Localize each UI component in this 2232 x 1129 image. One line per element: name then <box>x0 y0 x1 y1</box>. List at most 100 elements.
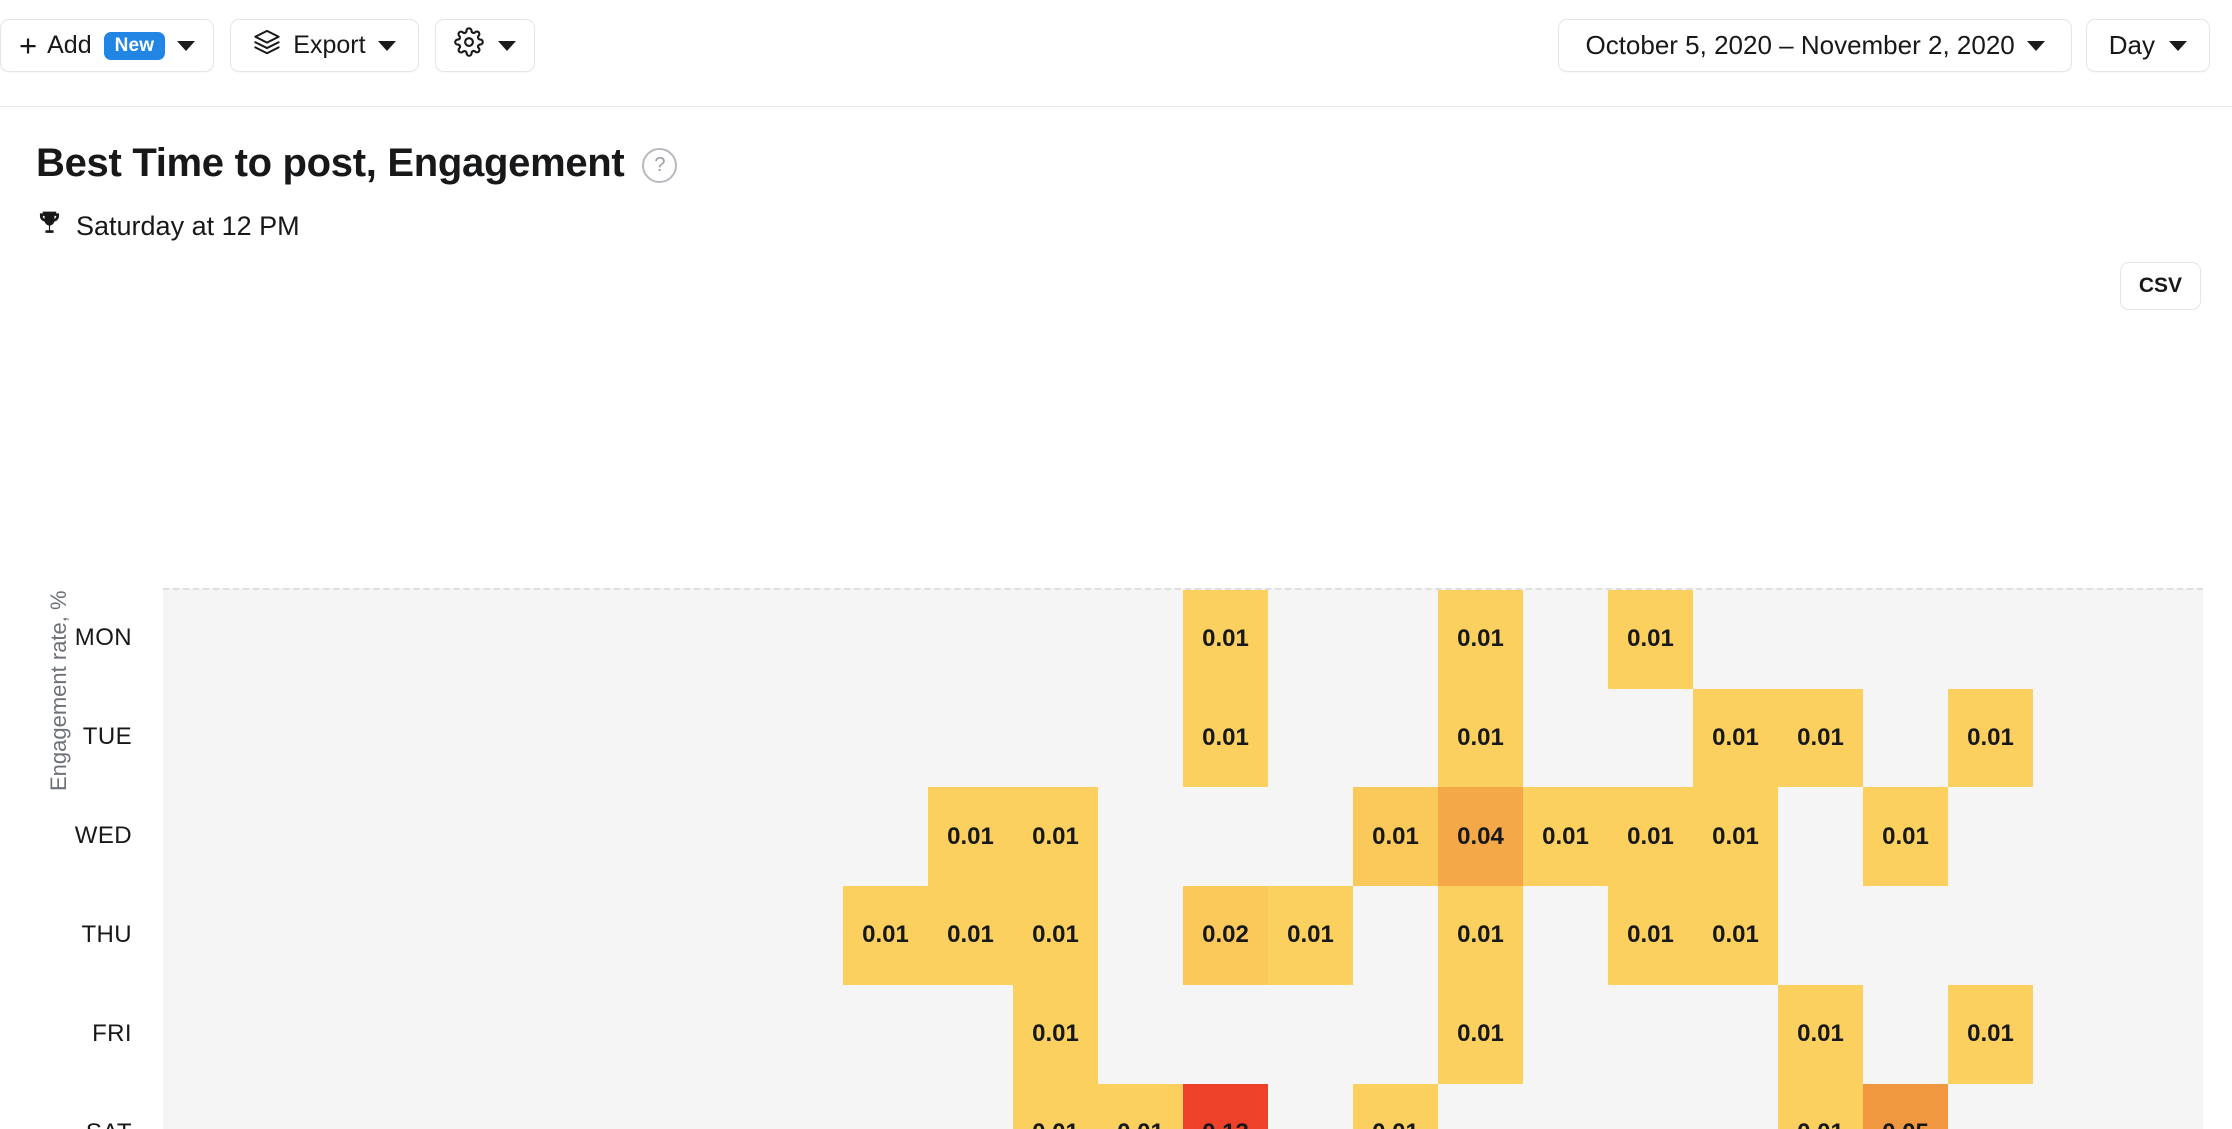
heatmap-cell[interactable]: 0.01 <box>1693 886 1778 985</box>
heatmap-cell-empty <box>673 787 758 886</box>
heatmap-cell[interactable]: 0.01 <box>1608 886 1693 985</box>
heatmap-cell[interactable]: 0.01 <box>1693 688 1778 788</box>
plus-icon: + <box>19 28 38 63</box>
granularity-label: Day <box>2108 30 2155 60</box>
heatmap-cell-empty <box>1948 590 2033 689</box>
heatmap-cell-empty <box>2118 886 2203 985</box>
heatmap-cell-empty <box>673 886 758 985</box>
heatmap-cell[interactable]: 0.01 <box>1948 688 2033 788</box>
help-icon[interactable]: ? <box>642 148 678 183</box>
heatmap-cell-empty <box>503 985 588 1084</box>
heatmap-cell-empty <box>418 1084 503 1129</box>
chevron-down-icon[interactable] <box>497 40 516 51</box>
heatmap-cell-empty <box>503 1084 588 1129</box>
heatmap-cell[interactable]: 0.01 <box>928 886 1013 985</box>
y-axis-tick-labels: MONTUEWEDTHUFRISATSUN <box>0 588 132 1129</box>
heatmap-cell[interactable]: 0.01 <box>1183 590 1268 689</box>
heatmap-cell[interactable]: 0.01 <box>1523 787 1608 887</box>
title-row: Best Time to post, Engagement ? <box>36 141 2232 186</box>
heatmap-cell-empty <box>588 886 673 985</box>
heatmap-cell-empty <box>1013 590 1098 689</box>
card-header: Best Time to post, Engagement ? Saturday… <box>0 107 2232 310</box>
heatmap-cell-empty <box>418 985 503 1084</box>
heatmap-cell-empty <box>503 886 588 985</box>
heatmap-cell[interactable]: 0.02 <box>1183 886 1268 985</box>
heatmap-cell-empty <box>2118 985 2203 1084</box>
heatmap-cell[interactable]: 0.01 <box>1268 886 1353 985</box>
add-button[interactable]: + Add New <box>0 19 215 72</box>
heatmap-cell-empty <box>843 590 928 689</box>
heatmap-cell-empty <box>928 689 1013 788</box>
chevron-down-icon[interactable] <box>2026 40 2045 51</box>
settings-button[interactable] <box>434 19 535 72</box>
heatmap-cell-empty <box>758 886 843 985</box>
heatmap-cell-empty <box>1948 886 2033 985</box>
date-range-label: October 5, 2020 – November 2, 2020 <box>1585 30 2015 60</box>
heatmap-cell[interactable]: 0.01 <box>843 886 928 985</box>
heatmap-cell-empty <box>1098 590 1183 689</box>
date-range-selector[interactable]: October 5, 2020 – November 2, 2020 <box>1558 19 2072 72</box>
heatmap-cell-empty <box>1353 590 1438 689</box>
heatmap-cell[interactable]: 0.01 <box>928 787 1013 887</box>
heatmap-cell[interactable]: 0.01 <box>1778 1083 1863 1129</box>
heatmap-cell-empty <box>163 985 248 1084</box>
heatmap-cell[interactable]: 0.04 <box>1438 787 1523 887</box>
heatmap-cell-empty <box>1863 689 1948 788</box>
export-button-label: Export <box>293 31 366 59</box>
heatmap-cell[interactable]: 0.01 <box>1183 688 1268 788</box>
heatmap-cell[interactable]: 0.01 <box>1438 984 1523 1084</box>
heatmap-cell[interactable]: 0.01 <box>1353 787 1438 887</box>
heatmap-cell[interactable]: 0.01 <box>1438 590 1523 689</box>
y-axis-tick-fri: FRI <box>92 1019 132 1047</box>
heatmap-cell[interactable]: 0.01 <box>1608 787 1693 887</box>
heatmap-cell-empty <box>333 787 418 886</box>
heatmap-cell[interactable]: 0.01 <box>1013 886 1098 985</box>
heatmap-cell[interactable]: 0.01 <box>1353 1083 1438 1129</box>
add-button-label: Add <box>47 31 92 59</box>
heatmap-cell-empty <box>1523 689 1608 788</box>
heatmap-cell[interactable]: 0.01 <box>1098 1083 1183 1129</box>
best-time-to-post-page: + Add New Export October 5, 2020 – Novem… <box>0 0 2232 1129</box>
granularity-selector[interactable]: Day <box>2085 19 2210 72</box>
toolbar-right-group: October 5, 2020 – November 2, 2020 Day <box>1558 19 2210 72</box>
chevron-down-icon[interactable] <box>2169 40 2187 51</box>
heatmap-cell-empty <box>758 590 843 689</box>
heatmap-cell[interactable]: 0.01 <box>1693 787 1778 887</box>
heatmap-cell-empty <box>163 787 248 886</box>
heatmap-cell[interactable]: 0.05 <box>1863 1083 1948 1129</box>
heatmap-cell[interactable]: 0.01 <box>1013 787 1098 887</box>
heatmap-cell-empty <box>2118 590 2203 689</box>
heatmap-cell-empty <box>588 985 673 1084</box>
heatmap-cell[interactable]: 0.01 <box>1608 590 1693 689</box>
heatmap-cell-empty <box>333 689 418 788</box>
heatmap-cell-empty <box>2118 689 2203 788</box>
heatmap-cell-empty <box>1523 590 1608 689</box>
heatmap-cell[interactable]: 0.01 <box>1013 984 1098 1084</box>
chevron-down-icon[interactable] <box>177 40 196 51</box>
heatmap-cell[interactable]: 0.01 <box>1863 787 1948 887</box>
heatmap-cell[interactable]: 0.01 <box>1778 688 1863 788</box>
heatmap-cell-empty <box>333 590 418 689</box>
y-axis-tick-tue: TUE <box>82 722 132 750</box>
heatmap-cell-empty <box>1268 590 1353 689</box>
chevron-down-icon[interactable] <box>377 40 396 51</box>
heatmap-cell[interactable]: 0.01 <box>1948 984 2033 1084</box>
heatmap-cell[interactable]: 0.01 <box>1438 886 1523 985</box>
heatmap-cell-empty <box>673 985 758 1084</box>
export-button[interactable]: Export <box>230 19 419 72</box>
heatmap-cell-empty <box>1863 886 1948 985</box>
heatmap-cell[interactable]: 0.01 <box>1778 984 1863 1084</box>
heatmap-cell[interactable]: 0.01 <box>1013 1083 1098 1129</box>
heatmap-cell-empty <box>1863 985 1948 1084</box>
heatmap-cell[interactable]: 0.13 <box>1183 1083 1268 1129</box>
heatmap-cell-empty <box>758 1084 843 1129</box>
page-title: Best Time to post, Engagement <box>36 141 625 185</box>
heatmap-cell-empty <box>1693 590 1778 689</box>
gear-icon <box>453 27 484 64</box>
heatmap-cell[interactable]: 0.01 <box>1438 688 1523 788</box>
top-toolbar: + Add New Export October 5, 2020 – Novem… <box>0 0 2232 107</box>
heatmap-cell-empty <box>1268 985 1353 1084</box>
heatmap-cell-empty <box>673 590 758 689</box>
heatmap-cell-empty <box>673 1084 758 1129</box>
heatmap-cell-empty <box>2118 1084 2203 1129</box>
